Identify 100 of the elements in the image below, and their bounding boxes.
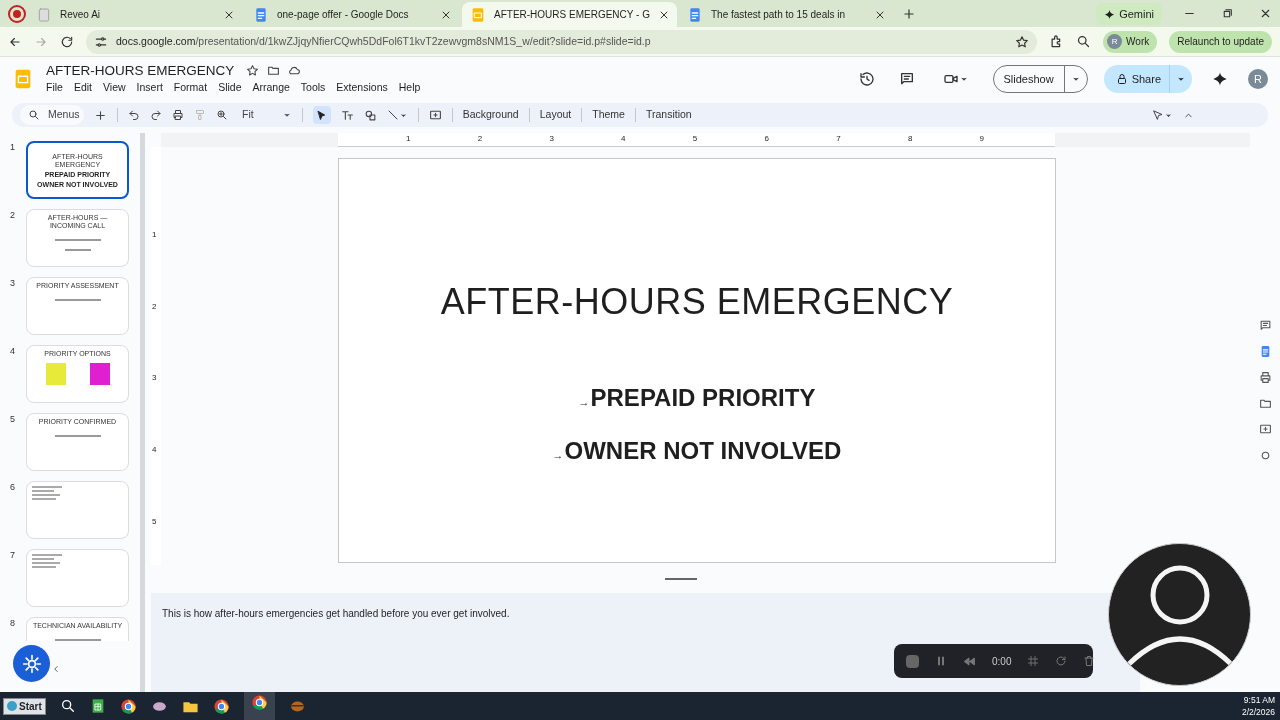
site-settings-icon (94, 34, 108, 49)
slide-title[interactable]: AFTER-HOURS EMERGENCY (440, 275, 954, 329)
redo-icon[interactable] (150, 109, 162, 121)
document-title[interactable]: AFTER-HOURS EMERGENCY (46, 62, 235, 80)
menu-item[interactable]: Arrange (252, 80, 290, 96)
slide-bullet[interactable]: PREPAID PRIORITY (590, 380, 816, 416)
slide-number: 7 (10, 549, 16, 562)
ruler-number: 3 (152, 372, 157, 385)
menu-item[interactable]: Format (173, 80, 208, 96)
menu-item[interactable]: Edit (73, 80, 92, 96)
add-comment-icon[interactable] (428, 108, 442, 122)
browser-icon[interactable] (119, 697, 137, 715)
browser-icon[interactable] (212, 697, 230, 715)
clock-date[interactable]: 2/2/2026 (1241, 706, 1275, 718)
profile-name: Work (1126, 35, 1150, 49)
text-box-icon[interactable] (340, 108, 354, 122)
collapse-panel-icon[interactable] (51, 664, 61, 674)
browser-tab[interactable]: one-page offer - Google Docs (245, 2, 460, 27)
bookmark-star-icon[interactable] (1015, 34, 1030, 49)
menu-item[interactable]: Slide (218, 80, 242, 96)
star-icon[interactable] (246, 64, 260, 78)
ruler-number: 3 (549, 133, 554, 145)
zoom-icon[interactable] (216, 109, 228, 121)
menu-item[interactable]: View (103, 80, 126, 96)
slide-bullet[interactable]: OWNER NOT INVOLVED (564, 433, 842, 469)
menu-search-field[interactable]: Menus (20, 105, 84, 125)
toolbar-button[interactable]: Transition (645, 107, 692, 123)
ruler-number: 9 (979, 133, 985, 145)
active-app-button[interactable] (243, 691, 275, 720)
ruler-number: 8 (907, 133, 913, 145)
select-tool-button[interactable] (312, 106, 331, 124)
browser-tab[interactable]: Reveo Ai (28, 2, 243, 27)
restore-icon[interactable] (1221, 7, 1234, 20)
browser-tab[interactable]: AFTER-HOURS EMERGENCY - G (462, 2, 677, 27)
slide-number: 4 (10, 345, 16, 358)
notes-icon[interactable] (1258, 319, 1272, 332)
account-avatar[interactable]: R (1248, 69, 1268, 89)
pen-tool-button[interactable] (1152, 109, 1173, 121)
assistant-button[interactable] (13, 645, 50, 682)
restart-icon[interactable] (1055, 655, 1068, 667)
history-icon[interactable] (858, 71, 875, 87)
toolbar-button[interactable]: Background (462, 107, 519, 123)
search-icon[interactable] (59, 698, 76, 714)
resize-handle[interactable] (665, 578, 697, 580)
document-icon (253, 6, 269, 23)
trash-icon[interactable] (1083, 655, 1096, 667)
timer-text: 0:00 (992, 654, 1012, 669)
line-tool-button[interactable] (386, 109, 408, 121)
close-icon[interactable] (1259, 7, 1272, 20)
relaunch-button[interactable]: Relaunch to update (1169, 30, 1272, 53)
browser-tab[interactable]: The fastest path to 15 deals in (679, 2, 894, 27)
profile-button[interactable]: R Work (1103, 30, 1158, 53)
sticky-note-drawing (45, 363, 66, 385)
text-line (32, 558, 54, 560)
text-line (64, 249, 91, 251)
slide-thumbnail[interactable] (26, 549, 129, 607)
toolbar-button[interactable]: Layout (539, 107, 572, 123)
stop-icon[interactable] (906, 654, 919, 668)
tab-title: one-page offer - Google Docs (277, 8, 410, 22)
menu-item[interactable]: File (46, 80, 63, 96)
address-bar[interactable]: docs.google.com/presentation/d/1kwZJjqyNfierCQwh5DdFol6T1kvT2zewvgm8sNM1S_w/edit?slide=id.p#slide=id.p (86, 29, 1038, 54)
document-icon (687, 6, 703, 23)
menu-item[interactable]: Extensions (336, 80, 388, 96)
grid-icon[interactable] (1027, 655, 1040, 667)
reload-icon[interactable] (60, 34, 74, 49)
text-line (32, 498, 56, 500)
gemini-button[interactable]: Gemini (1096, 3, 1162, 25)
search-icon (28, 109, 40, 121)
clock-time[interactable]: 9:51 AM (1243, 694, 1275, 706)
text-line (32, 566, 56, 568)
zoom-dropdown[interactable]: Fit (238, 107, 292, 123)
text-line (32, 562, 60, 564)
menu-item[interactable]: Tools (300, 80, 326, 96)
lock-icon (1115, 73, 1128, 85)
ruler-number: 4 (152, 444, 157, 457)
print-icon[interactable] (172, 109, 184, 121)
menu-item[interactable]: Help (398, 80, 421, 96)
folder-icon[interactable] (1258, 397, 1272, 410)
pen-icon (1152, 109, 1164, 121)
start-button[interactable]: Start (3, 697, 46, 715)
new-slide-icon[interactable] (94, 108, 107, 122)
undo-icon[interactable] (128, 109, 140, 121)
ruler-number: 6 (764, 133, 769, 145)
folder-icon[interactable] (267, 64, 281, 78)
menu-item[interactable]: Insert (136, 80, 163, 96)
tab-title: Reveo Ai (60, 8, 102, 22)
tab-search-icon[interactable] (1076, 34, 1092, 49)
gemini-icon[interactable] (1212, 71, 1228, 87)
add-icon[interactable] (1258, 423, 1272, 436)
pause-icon[interactable] (935, 655, 947, 667)
slide-thumbnail[interactable] (26, 481, 129, 539)
ruler-number: 5 (692, 133, 698, 145)
record-indicator-icon (8, 5, 26, 23)
ruler-number: 1 (406, 133, 411, 145)
comment-icon[interactable] (898, 71, 915, 87)
shapes-icon[interactable] (363, 108, 377, 122)
slides-icon (470, 6, 486, 23)
toolbar-button[interactable]: Theme (592, 107, 625, 123)
new-tab-icon[interactable] (902, 7, 916, 21)
bullet-arrow: → (578, 395, 590, 410)
